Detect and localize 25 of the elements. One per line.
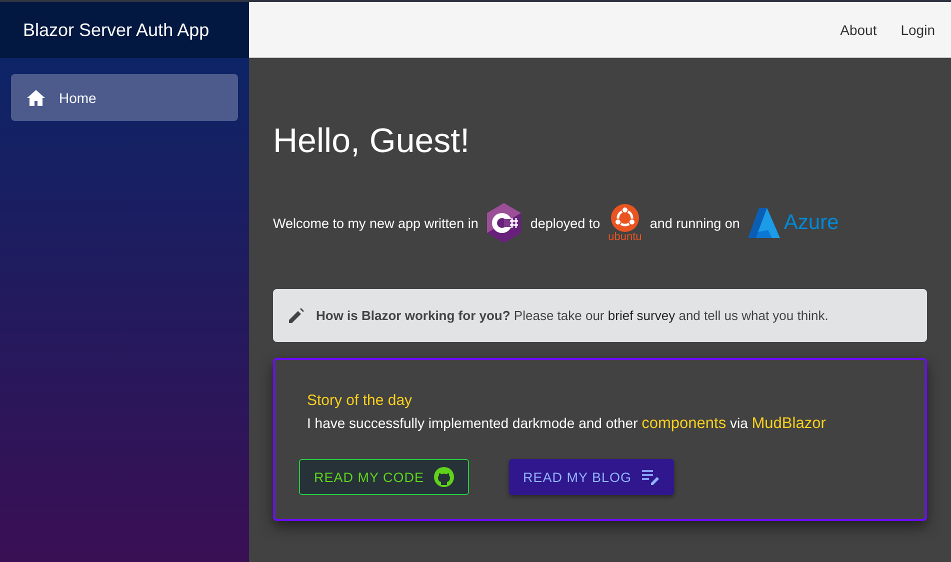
ubuntu-wordmark: ubuntu [608, 232, 642, 242]
read-blog-button[interactable]: READ MY BLOG [509, 459, 674, 495]
home-icon [27, 90, 45, 106]
azure-logo-icon [748, 208, 780, 238]
page-heading: Hello, Guest! [273, 122, 471, 161]
nav-link[interactable]: Login [900, 22, 935, 38]
welcome-text: Welcome to my new app written in [273, 216, 478, 230]
github-icon [434, 467, 454, 487]
story-link[interactable]: MudBlazor [752, 415, 826, 432]
story-title: Story of the day [306, 392, 414, 409]
app-title: Blazor Server Auth App [0, 2, 249, 58]
pencil-icon [289, 308, 304, 323]
welcome-text: and running on [650, 216, 740, 230]
nav-link[interactable]: About [840, 22, 877, 38]
story-link[interactable]: components [642, 415, 726, 432]
read-code-button[interactable]: READ MY CODE [299, 459, 470, 495]
ubuntu-logo-icon [610, 204, 639, 232]
nav-item[interactable]: Home [11, 74, 238, 121]
welcome-text: deployed to [530, 216, 600, 230]
survey-text: How is Blazor working for you? Please take our brief survey and tell us what you think. [316, 308, 828, 323]
azure-wordmark: Azure [784, 211, 839, 235]
story-text: I have successfully implemented darkmode and other components via MudBlazor [306, 415, 827, 433]
notes-edit-icon [642, 469, 660, 485]
survey-link[interactable]: brief survey [608, 308, 676, 323]
csharp-logo-icon [486, 203, 522, 243]
